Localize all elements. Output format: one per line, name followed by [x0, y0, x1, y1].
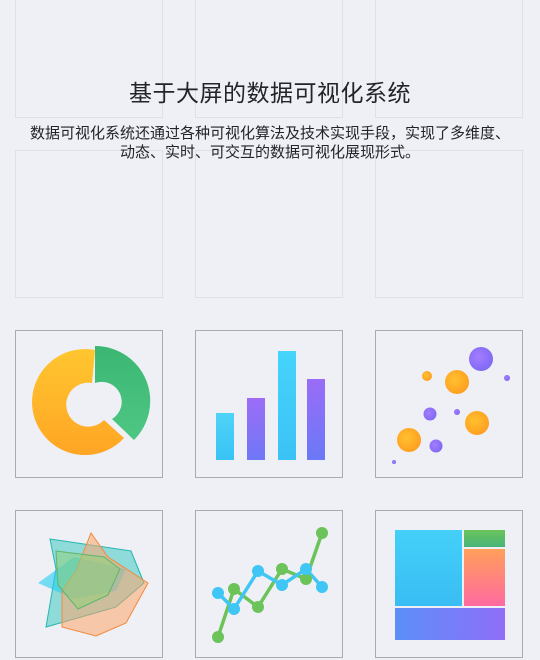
radar-chart-icon: [38, 531, 149, 637]
bar-chart-icon: [216, 351, 325, 460]
hero-section: 基于大屏的数据可视化系统 数据可视化系统还通过各种可视化算法及技术实现手段，实现…: [0, 74, 540, 162]
page-title: 基于大屏的数据可视化系统: [129, 81, 411, 107]
donut-chart-tile[interactable]: [15, 330, 163, 478]
page-description: 数据可视化系统还通过各种可视化算法及技术实现手段，实现了多维度、动态、实时、可交…: [29, 124, 510, 161]
bubble-chart-tile[interactable]: [375, 330, 523, 478]
grid-tile: [195, 150, 343, 298]
line-chart-tile[interactable]: [195, 510, 343, 658]
donut-chart-icon: [32, 345, 151, 456]
bubble-chart-icon: [392, 347, 510, 464]
line-chart-icon: [212, 527, 328, 643]
grid-tile: [15, 150, 163, 298]
grid-tile: [375, 150, 523, 298]
radar-chart-tile[interactable]: [15, 510, 163, 658]
treemap-chart-icon: [395, 530, 505, 640]
treemap-chart-tile[interactable]: [375, 510, 523, 658]
bar-chart-tile[interactable]: [195, 330, 343, 478]
